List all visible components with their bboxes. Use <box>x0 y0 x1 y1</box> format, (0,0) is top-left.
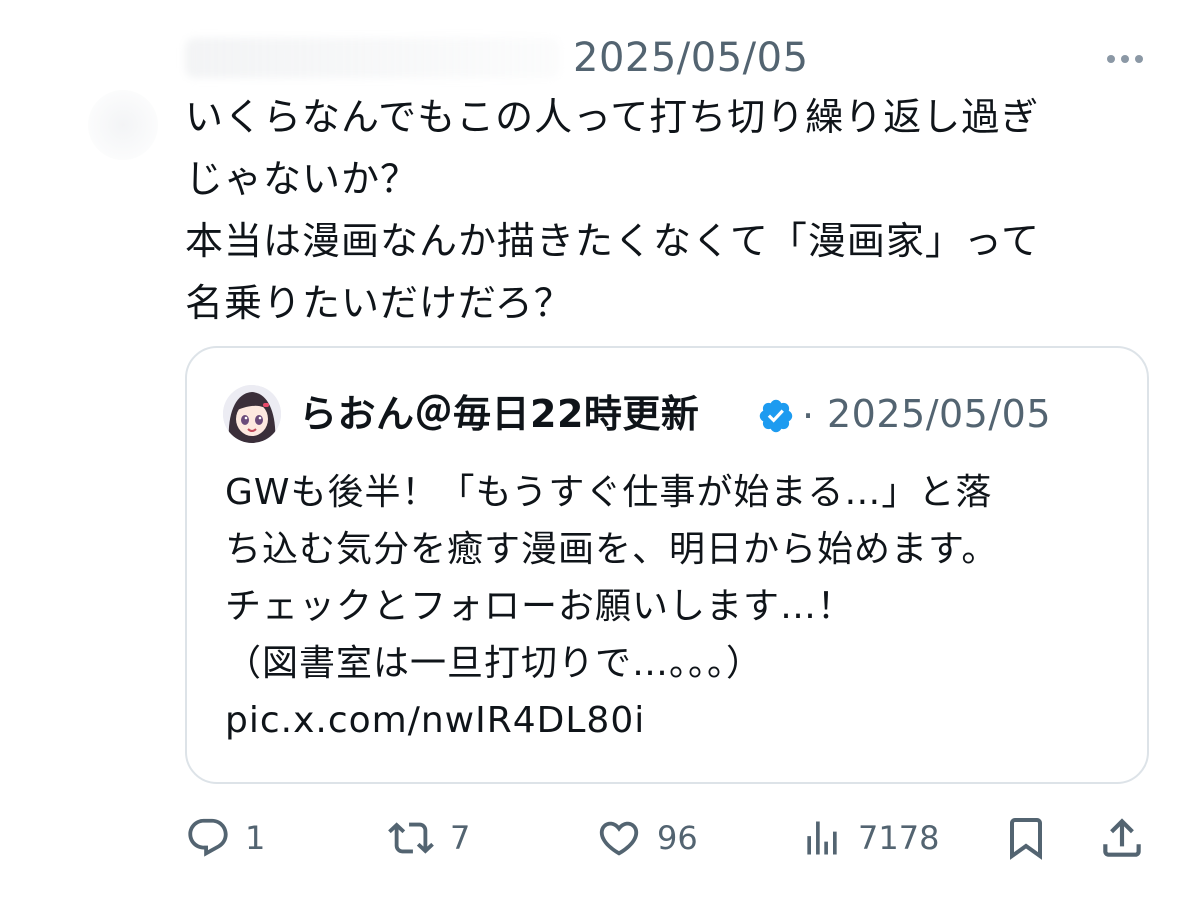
views-button[interactable]: 7178 <box>800 808 939 868</box>
tweet-text: いくらなんでもこの人って打ち切り繰り返し過ぎ じゃないか？ 本当は漫画なんか描き… <box>185 95 1040 325</box>
verified-badge-icon <box>757 397 795 435</box>
reply-count: 1 <box>245 819 266 857</box>
retweet-button[interactable]: 7 <box>386 808 470 868</box>
bookmark-button[interactable] <box>1002 808 1050 868</box>
reply-icon <box>185 815 231 861</box>
retweet-count: 7 <box>450 819 471 857</box>
like-button[interactable]: 96 <box>595 808 698 868</box>
more-horizontal-icon[interactable] <box>1100 44 1150 74</box>
share-button[interactable] <box>1097 808 1147 868</box>
quoted-tweet-text: GWも後半！「もうすぐ仕事が始まる…」と落 ち込む気分を癒す漫画を、明日から始め… <box>225 472 999 741</box>
retweet-icon <box>386 815 436 861</box>
heart-icon <box>595 815 643 861</box>
quoted-tweet-card[interactable]: らおん＠毎日22時更新 · 2025/05/05 GWも後半！「もうすぐ仕事が始… <box>185 346 1149 784</box>
tweet-timestamp[interactable]: 2025/05/05 <box>573 33 809 83</box>
quote-separator-dot: · <box>802 394 815 438</box>
quoted-author-avatar[interactable] <box>223 385 281 443</box>
bookmark-icon <box>1002 813 1050 863</box>
quoted-author-name[interactable]: らおん＠毎日22時更新 <box>299 389 699 439</box>
quoted-tweet-timestamp[interactable]: 2025/05/05 <box>827 389 1051 439</box>
views-chart-icon <box>800 815 844 861</box>
author-avatar-redacted <box>88 90 158 160</box>
reply-button[interactable]: 1 <box>185 808 265 868</box>
share-icon <box>1097 813 1147 863</box>
like-count: 96 <box>657 819 698 857</box>
author-name-redacted <box>185 38 560 78</box>
views-count: 7178 <box>858 819 940 857</box>
